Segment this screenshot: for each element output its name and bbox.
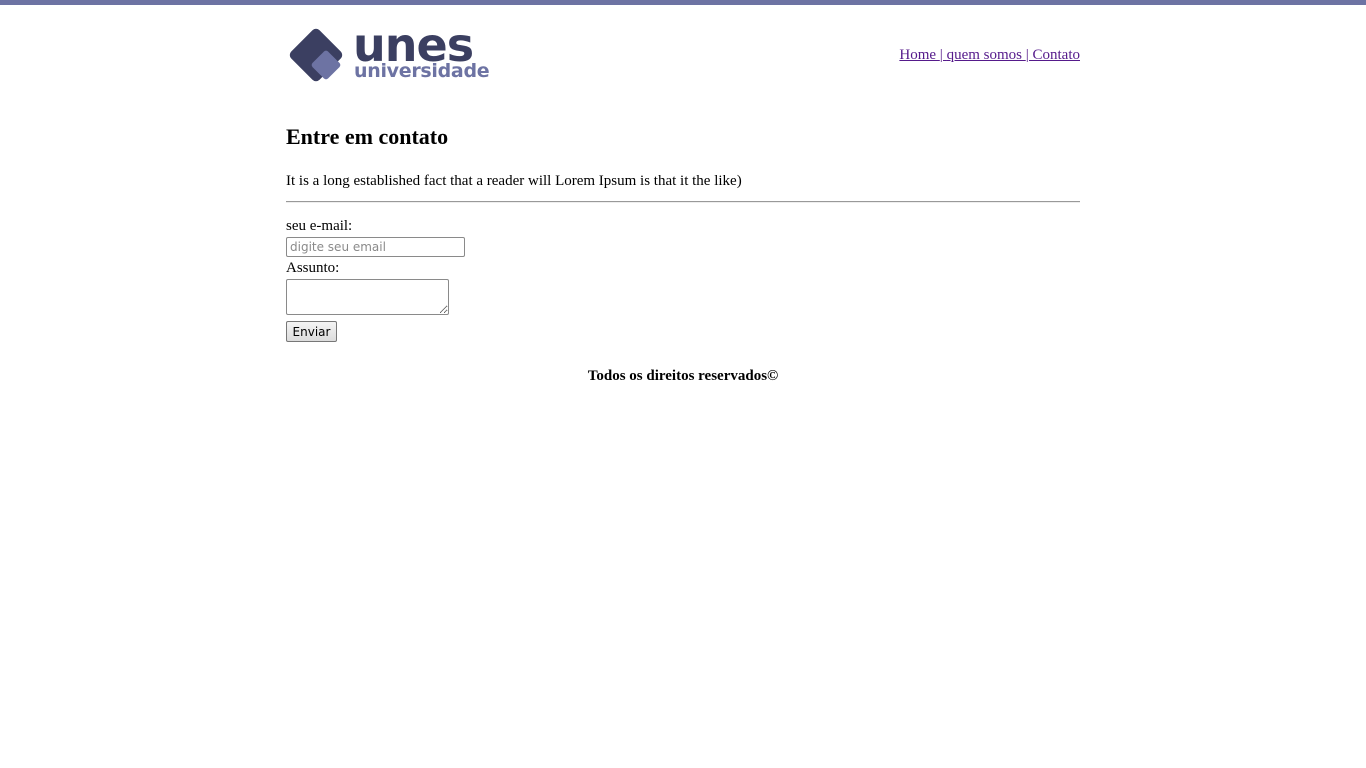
page-container: unes universidade Home | quem somos | Co… (286, 5, 1080, 384)
nav-link-about[interactable]: quem somos | (947, 47, 1033, 63)
subject-textarea[interactable] (286, 279, 449, 315)
email-field[interactable] (286, 237, 465, 257)
page-title: Entre em contato (286, 124, 449, 149)
header: unes universidade Home | quem somos | Co… (286, 5, 1080, 90)
logo-tagline: universidade (354, 60, 490, 82)
nav-link-home[interactable]: Home | (899, 47, 946, 63)
intro-text: It is a long established fact that a rea… (286, 173, 742, 189)
nav-link-contact[interactable]: Contato (1033, 47, 1081, 63)
footer-copyright: Todos os direitos reservados© (587, 368, 779, 384)
logo-diamond-icon (289, 28, 343, 82)
email-label: seu e-mail: (286, 218, 353, 234)
top-nav: Home | quem somos | Contato (899, 47, 1080, 64)
logo[interactable]: unes universidade (286, 22, 500, 85)
submit-button[interactable]: Enviar (286, 321, 337, 342)
nav-link-home-label: Home (899, 47, 940, 63)
nav-separator: | (939, 47, 947, 63)
nav-separator: | (1025, 47, 1033, 63)
subject-label: Assunto: (286, 260, 340, 276)
divider (286, 201, 1080, 203)
nav-link-about-label: quem somos (946, 47, 1026, 63)
